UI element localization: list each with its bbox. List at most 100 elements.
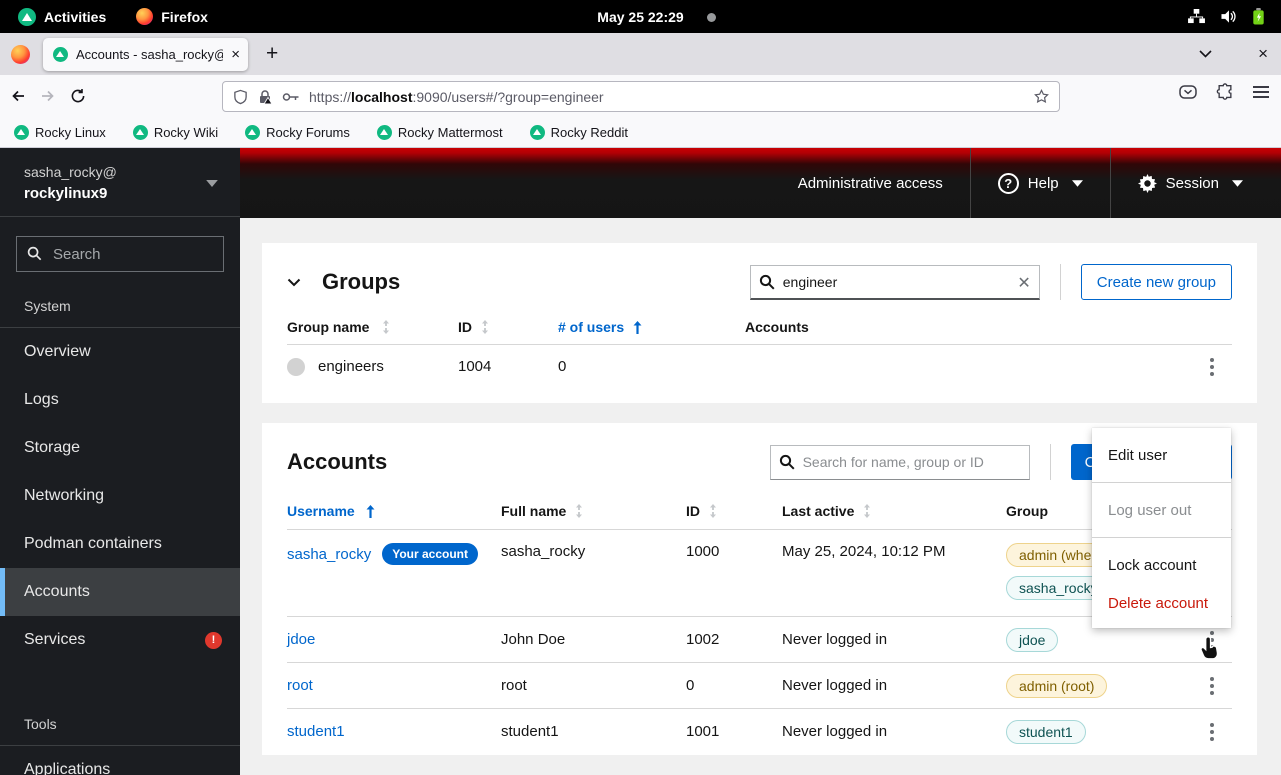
account-row-kebab-icon[interactable] — [1192, 723, 1232, 741]
back-icon[interactable] — [10, 88, 26, 104]
menu-icon[interactable] — [1253, 86, 1269, 98]
last-active: Never logged in — [782, 677, 1006, 694]
bookmark-rocky-mattermost[interactable]: Rocky Mattermost — [377, 125, 503, 140]
window-close-icon[interactable]: × — [1258, 44, 1268, 64]
last-active: May 25, 2024, 10:12 PM — [782, 543, 1006, 560]
column-last-active[interactable]: Last active — [782, 503, 1006, 519]
shield-icon[interactable] — [233, 89, 248, 105]
sidebar-item-overview[interactable]: Overview — [0, 328, 240, 376]
column-accounts: Accounts — [745, 319, 1192, 335]
bookmark-rocky-reddit[interactable]: Rocky Reddit — [530, 125, 628, 140]
search-icon — [27, 246, 42, 261]
group-label: admin (root) — [1006, 674, 1107, 698]
sidebar-item-accounts[interactable]: Accounts — [0, 568, 240, 616]
masthead: Administrative access ? Help Session — [240, 148, 1281, 218]
bookmark-rocky-linux[interactable]: Rocky Linux — [14, 125, 106, 140]
bookmarks-bar: Rocky Linux Rocky Wiki Rocky Forums Rock… — [0, 117, 1281, 148]
network-icon — [1188, 9, 1205, 24]
sidebar-item-podman-containers[interactable]: Podman containers — [0, 520, 240, 568]
menu-item-edit-user[interactable]: Edit user — [1092, 436, 1231, 474]
sidebar-item-storage[interactable]: Storage — [0, 424, 240, 472]
collapse-groups-chevron-icon[interactable] — [287, 278, 301, 287]
system-tray[interactable] — [1188, 8, 1265, 25]
column-id[interactable]: ID — [458, 319, 558, 335]
sidebar-search-input[interactable] — [16, 236, 224, 272]
search-icon — [759, 274, 775, 290]
sort-icon — [481, 320, 489, 334]
sidebar-item-applications[interactable]: Applications — [0, 746, 240, 775]
reload-icon[interactable] — [70, 88, 86, 104]
menu-item-lock-account[interactable]: Lock account — [1092, 546, 1231, 584]
username-link[interactable]: student1 — [287, 723, 345, 740]
your-account-badge: Your account — [382, 543, 478, 565]
administrative-access-button[interactable]: Administrative access — [771, 148, 970, 218]
menu-item-log-user-out: Log user out — [1092, 491, 1231, 529]
group-row-kebab-icon[interactable] — [1192, 358, 1232, 376]
username-link[interactable]: jdoe — [287, 631, 315, 648]
key-icon[interactable] — [282, 92, 300, 102]
firefox-app-icon — [11, 45, 30, 64]
user-menu[interactable]: sasha_rocky@ rockylinux9 — [0, 148, 240, 217]
create-new-group-button[interactable]: Create new group — [1081, 264, 1232, 300]
divider — [1092, 537, 1231, 538]
session-dropdown[interactable]: Session — [1110, 148, 1281, 218]
groups-card: Groups ✕ Create new group Group name — [262, 243, 1257, 403]
star-icon[interactable] — [1034, 89, 1049, 104]
search-icon — [779, 454, 795, 470]
bookmark-rocky-forums[interactable]: Rocky Forums — [245, 125, 350, 140]
full-name: sasha_rocky — [501, 543, 686, 560]
username-link[interactable]: sasha_rocky — [287, 546, 371, 563]
url-bar[interactable]: https://localhost:9090/users#/?group=eng… — [222, 81, 1060, 112]
column-full-name[interactable]: Full name — [501, 503, 686, 519]
divider — [1050, 444, 1051, 480]
sidebar-item-logs[interactable]: Logs — [0, 376, 240, 424]
group-name: engineers — [318, 358, 384, 375]
group-id: 1004 — [458, 358, 558, 375]
account-row-jdoe: jdoe John Doe 1002 Never logged in jdoe — [287, 616, 1232, 662]
focused-app-menu[interactable]: Firefox — [136, 8, 208, 25]
lock-warning-icon[interactable] — [257, 89, 273, 105]
cockpit-page: sasha_rocky@ rockylinux9 System Overview… — [0, 148, 1281, 775]
sort-icon — [863, 504, 871, 518]
activities-label: Activities — [44, 9, 106, 25]
column-num-users[interactable]: # of users — [558, 319, 745, 335]
url-text[interactable]: https://localhost:9090/users#/?group=eng… — [309, 89, 1025, 105]
user-id: 1002 — [686, 631, 782, 648]
column-username[interactable]: Username — [287, 503, 501, 519]
help-dropdown[interactable]: ? Help — [970, 148, 1110, 218]
sort-icon — [709, 504, 717, 518]
user-id: 1001 — [686, 723, 782, 740]
rocky-icon — [530, 125, 545, 140]
sort-ascending-icon — [633, 321, 642, 334]
column-id[interactable]: ID — [686, 503, 782, 519]
app-label: Firefox — [161, 9, 208, 25]
menu-item-delete-account[interactable]: Delete account — [1092, 584, 1231, 622]
sidebar-item-services[interactable]: Services ! — [0, 616, 240, 664]
group-row-engineers: engineers 1004 0 — [287, 344, 1232, 388]
accounts-search-input[interactable] — [770, 445, 1030, 480]
divider — [1060, 264, 1061, 300]
forward-icon[interactable] — [40, 88, 56, 104]
bookmark-rocky-wiki[interactable]: Rocky Wiki — [133, 125, 218, 140]
last-active: Never logged in — [782, 723, 1006, 740]
tab-title: Accounts - sasha_rocky@ — [76, 47, 223, 62]
tab-favicon-rocky-icon — [53, 47, 68, 62]
user-id: 1000 — [686, 543, 782, 560]
new-tab-button[interactable]: + — [266, 42, 278, 66]
clock[interactable]: May 25 22:29 — [597, 9, 683, 25]
last-active: Never logged in — [782, 631, 1006, 648]
groups-search-input[interactable] — [750, 265, 1040, 300]
clear-search-icon[interactable]: ✕ — [1017, 273, 1030, 293]
tab-close-icon[interactable]: × — [231, 47, 240, 62]
pocket-icon[interactable] — [1179, 83, 1197, 101]
sidebar-item-networking[interactable]: Networking — [0, 472, 240, 520]
section-label-tools: Tools — [0, 708, 240, 745]
activities-button[interactable]: Activities — [18, 8, 106, 26]
list-tabs-chevron-icon[interactable] — [1199, 50, 1212, 58]
browser-tab[interactable]: Accounts - sasha_rocky@ × — [43, 38, 248, 71]
extensions-icon[interactable] — [1216, 83, 1234, 101]
account-row-kebab-icon[interactable] — [1192, 677, 1232, 695]
username-link[interactable]: root — [287, 677, 313, 694]
recording-indicator-icon — [707, 13, 716, 22]
column-group-name[interactable]: Group name — [287, 319, 458, 335]
